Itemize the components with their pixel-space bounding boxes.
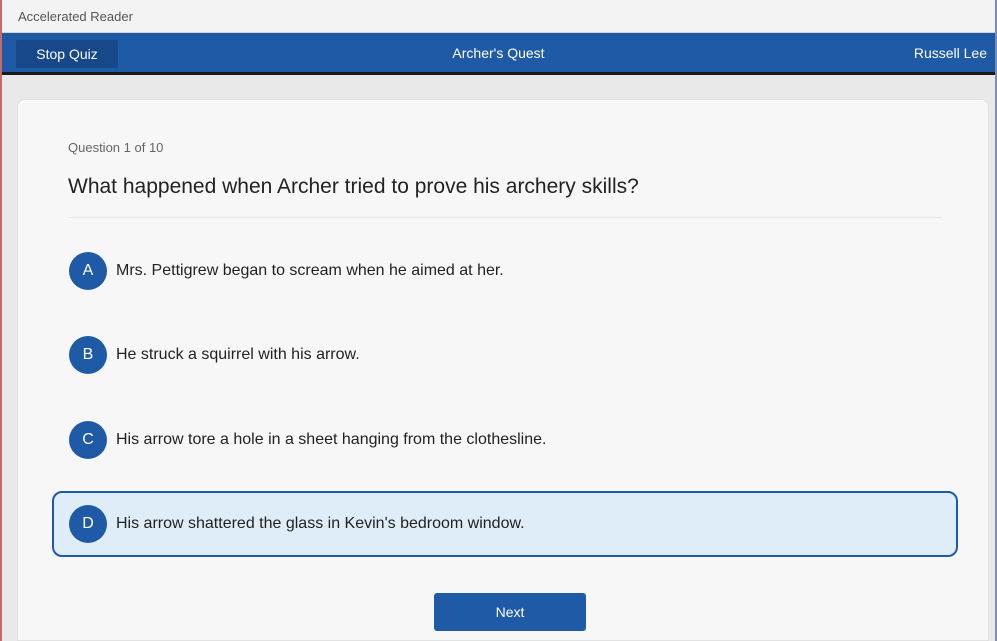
answer-option-d[interactable]: D His arrow shattered the glass in Kevin… (52, 491, 958, 557)
option-letter-badge: A (69, 252, 107, 290)
question-text: What happened when Archer tried to prove… (68, 175, 639, 198)
answer-option-c[interactable]: C His arrow tore a hole in a sheet hangi… (52, 407, 958, 473)
option-text: His arrow shattered the glass in Kevin's… (116, 515, 525, 532)
window-title: Accelerated Reader (18, 9, 133, 24)
question-number: Question 1 of 10 (68, 140, 164, 155)
top-navbar: Stop Quiz Archer's Quest Russell Lee (2, 33, 995, 75)
answer-option-b[interactable]: B He struck a squirrel with his arrow. (52, 322, 958, 388)
option-text: His arrow tore a hole in a sheet hanging… (116, 431, 547, 448)
option-text: He struck a squirrel with his arrow. (116, 346, 360, 363)
option-text: Mrs. Pettigrew began to scream when he a… (116, 262, 504, 279)
option-letter-badge: C (69, 421, 107, 459)
option-letter-badge: B (69, 336, 107, 374)
user-name: Russell Lee (913, 45, 987, 61)
divider (68, 217, 941, 218)
option-letter-badge: D (69, 505, 107, 543)
quiz-title: Archer's Quest (452, 45, 545, 61)
title-bar: Accelerated Reader (2, 0, 995, 33)
next-button[interactable]: Next (434, 593, 586, 631)
answer-option-a[interactable]: A Mrs. Pettigrew began to scream when he… (52, 238, 958, 304)
